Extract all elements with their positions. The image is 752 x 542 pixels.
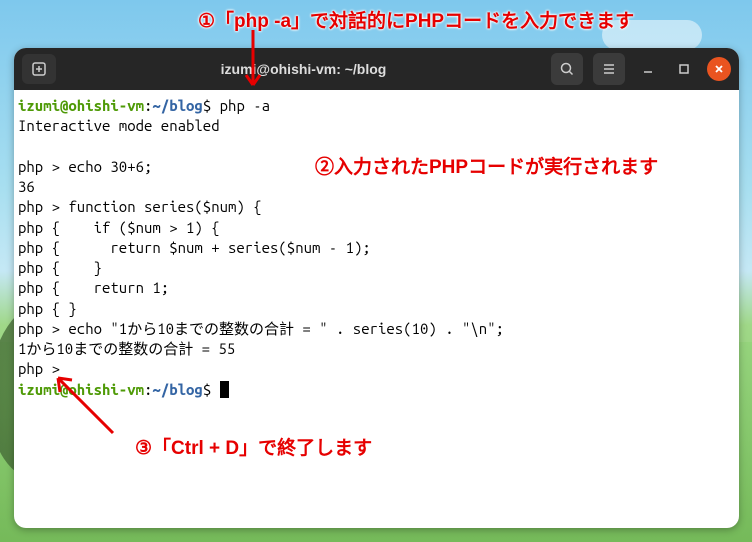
window-titlebar: izumi@ohishi-vm: ~/blog <box>14 48 739 90</box>
php-line-1: php > echo 30+6; <box>18 158 152 175</box>
terminal-content[interactable]: izumi@ohishi-vm:~/blog$ php -a Interacti… <box>14 90 739 406</box>
close-button[interactable] <box>707 57 731 81</box>
terminal-window: izumi@ohishi-vm: ~/blog izumi@ohishi-vm:… <box>14 48 739 528</box>
php-line-7: php { return 1; <box>18 279 169 296</box>
window-title: izumi@ohishi-vm: ~/blog <box>64 61 543 77</box>
php-output-1: 36 <box>18 178 35 195</box>
hamburger-menu-button[interactable] <box>593 53 625 85</box>
prompt-sigil-2: $ <box>203 381 211 398</box>
new-tab-button[interactable] <box>22 54 56 84</box>
prompt-sigil: $ <box>203 97 211 114</box>
arrow-3 <box>48 368 128 438</box>
output-interactive: Interactive mode enabled <box>18 117 220 134</box>
prompt-path: ~/blog <box>152 97 202 114</box>
arrow-1 <box>238 30 268 100</box>
php-line-4: php { if ($num > 1) { <box>18 219 220 236</box>
minimize-button[interactable] <box>635 56 661 82</box>
search-button[interactable] <box>551 53 583 85</box>
maximize-button[interactable] <box>671 56 697 82</box>
prompt-userhost: izumi@ohishi-vm <box>18 97 144 114</box>
php-line-3: php > function series($num) { <box>18 198 262 215</box>
annotation-2: ②入力されたPHPコードが実行されます <box>315 152 658 179</box>
php-line-9: php > echo "1から10までの整数の合計 = " . series(1… <box>18 320 504 337</box>
php-line-8: php { } <box>18 300 77 317</box>
annotation-1: ①「php -a」で対話的にPHPコードを入力できます <box>198 6 634 33</box>
php-output-2: 1から10までの整数の合計 = 55 <box>18 340 235 357</box>
terminal-cursor <box>220 381 229 398</box>
php-line-6: php { } <box>18 259 102 276</box>
php-line-5: php { return $num + series($num - 1); <box>18 239 371 256</box>
prompt-path-2: ~/blog <box>152 381 202 398</box>
annotation-3: ③「Ctrl + D」で終了します <box>135 433 372 460</box>
